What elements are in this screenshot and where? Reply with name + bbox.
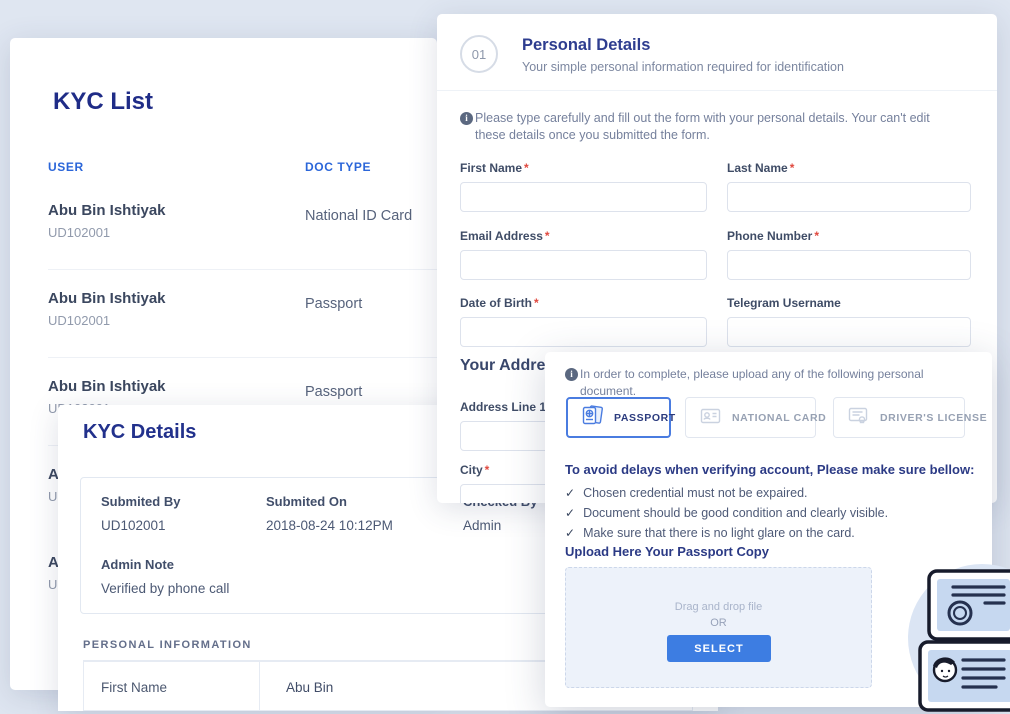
field-label: City — [460, 463, 483, 477]
field-label: Telegram Username — [727, 296, 841, 310]
doc-option-national-card[interactable]: NATIONAL CARD — [685, 397, 816, 438]
required-asterisk: * — [524, 161, 529, 175]
field-email-address: Email Address* — [460, 229, 707, 280]
drivers-license-icon — [846, 403, 871, 433]
table-column-divider — [259, 662, 260, 710]
admin-note-label: Admin Note — [101, 557, 174, 572]
doc-type: Passport — [305, 384, 362, 400]
passport-icon — [580, 403, 605, 433]
user-name: Abu Bin Ishtiyak — [48, 202, 166, 219]
personal-details-title: Personal Details — [522, 36, 650, 55]
field-label: First Name — [460, 161, 522, 175]
step-number-badge: 01 — [460, 35, 498, 73]
last-name-input[interactable] — [727, 182, 971, 212]
upload-heading: Upload Here Your Passport Copy — [565, 544, 769, 559]
file-dropzone[interactable]: Drag and drop file OR SELECT — [565, 567, 872, 688]
checklist-item: ✓Make sure that there is no light glare … — [565, 526, 855, 540]
submitted-on-value: 2018-08-24 10:12PM — [266, 518, 393, 533]
avatar — [933, 657, 956, 681]
submitted-by-label: Submited By — [101, 494, 180, 509]
date-of-birth-input[interactable] — [460, 317, 707, 347]
field-label: Email Address — [460, 229, 543, 243]
field-last-name: Last Name* — [727, 161, 971, 212]
form-notice: i Please type carefully and fill out the… — [460, 110, 952, 144]
select-file-button[interactable]: SELECT — [667, 635, 771, 662]
required-asterisk: * — [545, 229, 550, 243]
doc-type: National ID Card — [305, 208, 412, 224]
passport-card-graphic — [929, 571, 1010, 639]
doc-option-label: NATIONAL CARD — [732, 412, 826, 424]
phone-number-input[interactable] — [727, 250, 971, 280]
check-icon: ✓ — [565, 526, 575, 540]
national-card-icon — [698, 403, 723, 433]
verification-warning-heading: To avoid delays when verifying account, … — [565, 462, 974, 477]
column-header-user: USER — [48, 160, 84, 174]
table-row-label: First Name — [101, 680, 167, 695]
submitted-by-value: UD102001 — [101, 518, 166, 533]
admin-note-value: Verified by phone call — [101, 581, 229, 596]
telegram-username-input[interactable] — [727, 317, 971, 347]
dropzone-or: OR — [566, 617, 871, 629]
field-label: Phone Number — [727, 229, 812, 243]
column-header-doc-type: DOC TYPE — [305, 160, 371, 174]
required-asterisk: * — [790, 161, 795, 175]
required-asterisk: * — [485, 463, 490, 477]
dropzone-hint: Drag and drop file — [566, 601, 871, 613]
doc-type: Passport — [305, 296, 362, 312]
personal-information-heading: PERSONAL INFORMATION — [83, 639, 252, 651]
divider — [437, 90, 997, 91]
checklist-item: ✓Chosen credential must not be expaired. — [565, 486, 808, 500]
kyc-list-row[interactable]: Abu Bin Ishtiyak UD102001 National ID Ca… — [48, 181, 437, 270]
field-phone-number: Phone Number* — [727, 229, 971, 280]
kyc-details-title: KYC Details — [83, 421, 196, 444]
checklist-item: ✓Document should be good condition and c… — [565, 506, 888, 520]
submitted-on-label: Submited On — [266, 494, 347, 509]
id-cards-illustration — [900, 560, 1010, 714]
email-address-input[interactable] — [460, 250, 707, 280]
doc-option-label: DRIVER'S LICENSE — [880, 412, 987, 424]
upload-notice: i In order to complete, please upload an… — [565, 366, 975, 400]
doc-option-passport[interactable]: PASSPORT — [566, 397, 671, 438]
id-card-graphic — [920, 642, 1010, 710]
doc-option-drivers-license[interactable]: DRIVER'S LICENSE — [833, 397, 965, 438]
user-id: UD102001 — [48, 225, 110, 240]
kyc-list-row[interactable]: Abu Bin Ishtiyak UD102001 Passport — [48, 269, 437, 358]
personal-details-subtitle: Your simple personal information require… — [522, 60, 844, 74]
kyc-list-title: KYC List — [53, 88, 153, 116]
first-name-input[interactable] — [460, 182, 707, 212]
kyc-admin-screen: KYC List USER DOC TYPE Abu Bin Ishtiyak … — [0, 0, 1010, 714]
user-name: Abu Bin Ishtiyak — [48, 290, 166, 307]
field-date-of-birth: Date of Birth* — [460, 296, 707, 347]
required-asterisk: * — [814, 229, 819, 243]
field-label: Address Line 1 — [460, 400, 546, 414]
field-label: Last Name — [727, 161, 788, 175]
required-asterisk: * — [534, 296, 539, 310]
field-telegram-username: Telegram Username — [727, 296, 971, 347]
info-icon: i — [460, 112, 473, 125]
field-label: Date of Birth — [460, 296, 532, 310]
check-icon: ✓ — [565, 486, 575, 500]
table-row-value: Abu Bin — [286, 680, 333, 695]
user-name: Abu Bin Ishtiyak — [48, 378, 166, 395]
checked-by-value: Admin — [463, 518, 501, 533]
doc-option-label: PASSPORT — [614, 412, 676, 424]
field-first-name: First Name* — [460, 161, 707, 212]
info-icon: i — [565, 368, 578, 381]
check-icon: ✓ — [565, 506, 575, 520]
user-id: UD102001 — [48, 313, 110, 328]
